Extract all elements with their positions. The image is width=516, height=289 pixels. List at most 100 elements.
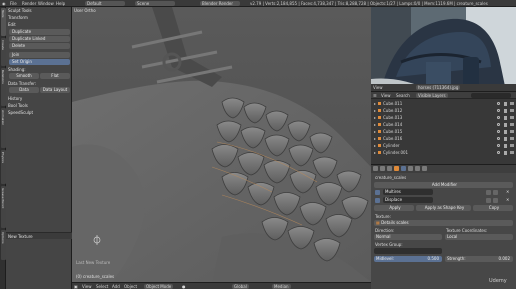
outliner-item[interactable]: Cube.013 (371, 115, 516, 121)
panel-speed-sculpt[interactable]: SpeedSculpt (8, 110, 33, 115)
outliner-search-menu[interactable]: Search (396, 93, 410, 98)
view-menu[interactable]: View (82, 284, 92, 289)
render-camera-icon[interactable] (510, 102, 514, 105)
panel-transform[interactable]: Transform (8, 15, 28, 20)
strength-field[interactable]: Strength: 0.002 (445, 256, 513, 262)
reference-image-editor[interactable]: View horses (711364).jpg (371, 7, 516, 91)
set-origin-dropdown[interactable]: Set Origin (9, 59, 70, 65)
outliner-item[interactable]: Cube.015 (371, 129, 516, 135)
scene-selector[interactable]: Scene (135, 1, 175, 6)
apply-button[interactable]: Apply (374, 205, 414, 211)
delete-button[interactable]: Delete (9, 43, 70, 49)
new-texture-operator[interactable]: New Texture (8, 234, 33, 239)
modifier-camera-icon[interactable] (486, 190, 491, 195)
scene-tab-icon[interactable] (380, 166, 385, 171)
blender-logo-icon[interactable]: ◉ (2, 1, 6, 6)
modifier-close-icon[interactable]: ✕ (506, 197, 509, 202)
mode-selector[interactable]: Object Mode (144, 284, 174, 289)
copy-button[interactable]: Copy (473, 205, 513, 211)
select-menu[interactable]: Select (96, 284, 108, 289)
outliner-item[interactable]: Cube.011 (371, 101, 516, 107)
modifier-close-icon[interactable]: ✕ (506, 189, 509, 194)
add-menu[interactable]: Add (112, 284, 120, 289)
midlevel-slider[interactable]: Midlevel: 0.500 (374, 256, 442, 262)
layout-selector[interactable]: Default (85, 1, 125, 6)
add-modifier-button[interactable]: Add Modifier (374, 182, 513, 188)
editor-type-icon[interactable]: ▣ (74, 284, 78, 289)
modifier-eye-icon[interactable] (493, 190, 498, 195)
flat-button[interactable]: Flat (40, 73, 70, 79)
shading-mode-icon[interactable]: ● (182, 284, 186, 289)
smooth-button[interactable]: Smooth (9, 73, 39, 79)
select-cursor-icon[interactable] (504, 123, 507, 127)
visibility-icon[interactable] (497, 123, 500, 126)
outliner-search-input[interactable] (471, 93, 511, 98)
direction-dropdown[interactable]: Normal (374, 234, 442, 240)
texture-selector[interactable]: ▦ Details scales (374, 220, 513, 226)
render-tab-icon[interactable] (373, 166, 378, 171)
duplicate-linked-button[interactable]: Duplicate Linked (9, 36, 70, 42)
object-tab-icon[interactable] (394, 166, 399, 171)
visibility-icon[interactable] (497, 151, 500, 154)
data-tab-icon[interactable] (408, 166, 413, 171)
panel-bool-tools[interactable]: Bool Tools (8, 103, 28, 108)
visibility-icon[interactable] (497, 109, 500, 112)
data-layout-button[interactable]: Data Layout (40, 87, 70, 93)
join-button[interactable]: Join (9, 52, 70, 58)
visibility-icon[interactable] (497, 130, 500, 133)
outliner-item[interactable]: Cube.012 (371, 108, 516, 114)
select-cursor-icon[interactable] (504, 102, 507, 106)
displace-name-field[interactable]: Displace (383, 197, 433, 203)
duplicate-button[interactable]: Duplicate (9, 29, 70, 35)
outliner-item[interactable]: Cube.016 (371, 136, 516, 142)
render-camera-icon[interactable] (510, 123, 514, 126)
modifier-camera-icon[interactable] (486, 198, 491, 203)
render-camera-icon[interactable] (510, 116, 514, 119)
render-camera-icon[interactable] (510, 144, 514, 147)
3d-viewport[interactable]: User Ortho Last New Texture (0) creature… (72, 7, 371, 282)
menu-render[interactable]: Render (22, 1, 36, 6)
modifier-eye-icon[interactable] (493, 198, 498, 203)
texture-tab-icon[interactable] (422, 166, 427, 171)
display-filter-selector[interactable]: Visible Layers (416, 93, 448, 98)
panel-edit[interactable]: Edit (8, 22, 16, 27)
select-cursor-icon[interactable] (504, 116, 507, 120)
visibility-icon[interactable] (497, 137, 500, 140)
visibility-icon[interactable] (497, 102, 500, 105)
select-cursor-icon[interactable] (504, 109, 507, 113)
outliner-item[interactable]: Cube.014 (371, 122, 516, 128)
world-tab-icon[interactable] (387, 166, 392, 171)
panel-history[interactable]: History (8, 96, 22, 101)
image-view-menu[interactable]: View (373, 85, 383, 90)
visibility-icon[interactable] (497, 116, 500, 119)
outliner-view-menu[interactable]: View (381, 93, 391, 98)
outliner-item[interactable]: Cylinder.001 (371, 150, 516, 156)
texture-coordinates-dropdown[interactable]: Local (445, 234, 513, 240)
render-engine-selector[interactable]: Blender Render (200, 1, 240, 6)
multires-name-field[interactable]: Multires (383, 189, 433, 195)
render-camera-icon[interactable] (510, 137, 514, 140)
image-selector[interactable]: horses (711364).jpg (416, 85, 461, 90)
render-camera-icon[interactable] (510, 109, 514, 112)
visibility-icon[interactable] (497, 144, 500, 147)
modifier-wrench-icon[interactable] (401, 166, 406, 171)
object-menu[interactable]: Object (124, 284, 137, 289)
pivot-selector[interactable]: Median (272, 284, 291, 289)
data-button[interactable]: Data (9, 87, 39, 93)
menu-file[interactable]: File (10, 1, 17, 6)
render-camera-icon[interactable] (510, 130, 514, 133)
select-cursor-icon[interactable] (504, 151, 507, 155)
panel-sculpt-tools[interactable]: Sculpt Tools (8, 8, 32, 13)
vertex-group-field[interactable] (374, 248, 442, 254)
menu-window[interactable]: Window (38, 1, 54, 6)
outliner-editor-icon[interactable]: ☰ (373, 93, 377, 98)
select-cursor-icon[interactable] (504, 130, 507, 134)
apply-shape-key-button[interactable]: Apply as Shape Key (416, 205, 471, 211)
render-camera-icon[interactable] (510, 151, 514, 154)
orientation-selector[interactable]: Global (232, 284, 249, 289)
select-cursor-icon[interactable] (504, 144, 507, 148)
menu-help[interactable]: Help (56, 1, 65, 6)
material-tab-icon[interactable] (415, 166, 420, 171)
select-cursor-icon[interactable] (504, 137, 507, 141)
outliner-item[interactable]: Cylinder (371, 143, 516, 149)
